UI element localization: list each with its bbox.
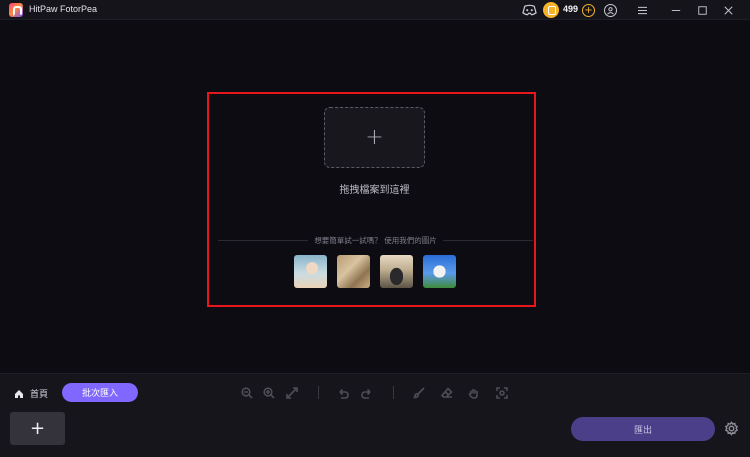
fit-screen-icon[interactable] — [285, 386, 298, 399]
maximize-icon[interactable] — [696, 3, 708, 17]
undo-icon[interactable] — [336, 386, 349, 399]
sample-paper-texture[interactable] — [337, 255, 370, 288]
use-our-images-link[interactable]: 使用我們的圖片 — [384, 236, 437, 245]
home-label: 首頁 — [30, 390, 49, 400]
hand-pan-icon[interactable] — [467, 386, 480, 399]
sample-car[interactable] — [380, 255, 413, 288]
sample-dog[interactable] — [423, 255, 456, 288]
sample-child-portrait[interactable] — [294, 255, 327, 288]
sample-images — [294, 255, 456, 288]
app-logo-icon — [9, 3, 23, 17]
zoom-in-icon[interactable] — [262, 386, 275, 399]
home-icon — [15, 389, 23, 398]
app-title: HitPaw FotorPea — [29, 4, 98, 14]
menu-icon[interactable] — [636, 3, 648, 17]
zoom-out-icon[interactable] — [240, 386, 253, 399]
try-sample-prompt: 想要簡單試一試嗎？ — [314, 235, 382, 245]
toolbar-separator — [393, 386, 394, 399]
settings-gear-icon[interactable] — [724, 421, 739, 436]
coin-icon[interactable] — [543, 2, 559, 18]
upload-dropzone[interactable]: + — [324, 107, 425, 168]
add-image-button[interactable]: + — [10, 412, 65, 445]
export-button[interactable]: 匯出 — [571, 417, 715, 441]
add-credit-icon[interactable]: + — [582, 4, 595, 17]
brush-icon[interactable] — [412, 386, 425, 399]
add-file-icon: + — [365, 124, 384, 150]
account-icon[interactable] — [604, 4, 617, 17]
home-button[interactable]: 首頁 — [14, 387, 48, 400]
toolbar-separator — [318, 386, 319, 399]
eraser-icon[interactable] — [440, 386, 453, 399]
minimize-icon[interactable] — [670, 3, 682, 17]
redo-icon[interactable] — [360, 386, 373, 399]
divider-line-right — [442, 239, 534, 241]
batch-import-button[interactable]: 批次匯入 — [62, 383, 138, 402]
compare-icon[interactable] — [495, 386, 508, 399]
try-sample-text: 想要簡單試一試嗎？ 使用我們的圖片 — [308, 235, 442, 246]
credits-count: 499 — [563, 4, 579, 14]
close-icon[interactable] — [722, 3, 734, 17]
title-bar: HitPaw FotorPea 499 + — [0, 0, 750, 20]
sample-divider: 想要簡單試一試嗎？ 使用我們的圖片 — [218, 234, 534, 246]
discord-icon[interactable] — [521, 3, 537, 17]
divider-line-left — [218, 239, 309, 241]
drop-label: 拖拽檔案到這裡 — [339, 185, 410, 196]
